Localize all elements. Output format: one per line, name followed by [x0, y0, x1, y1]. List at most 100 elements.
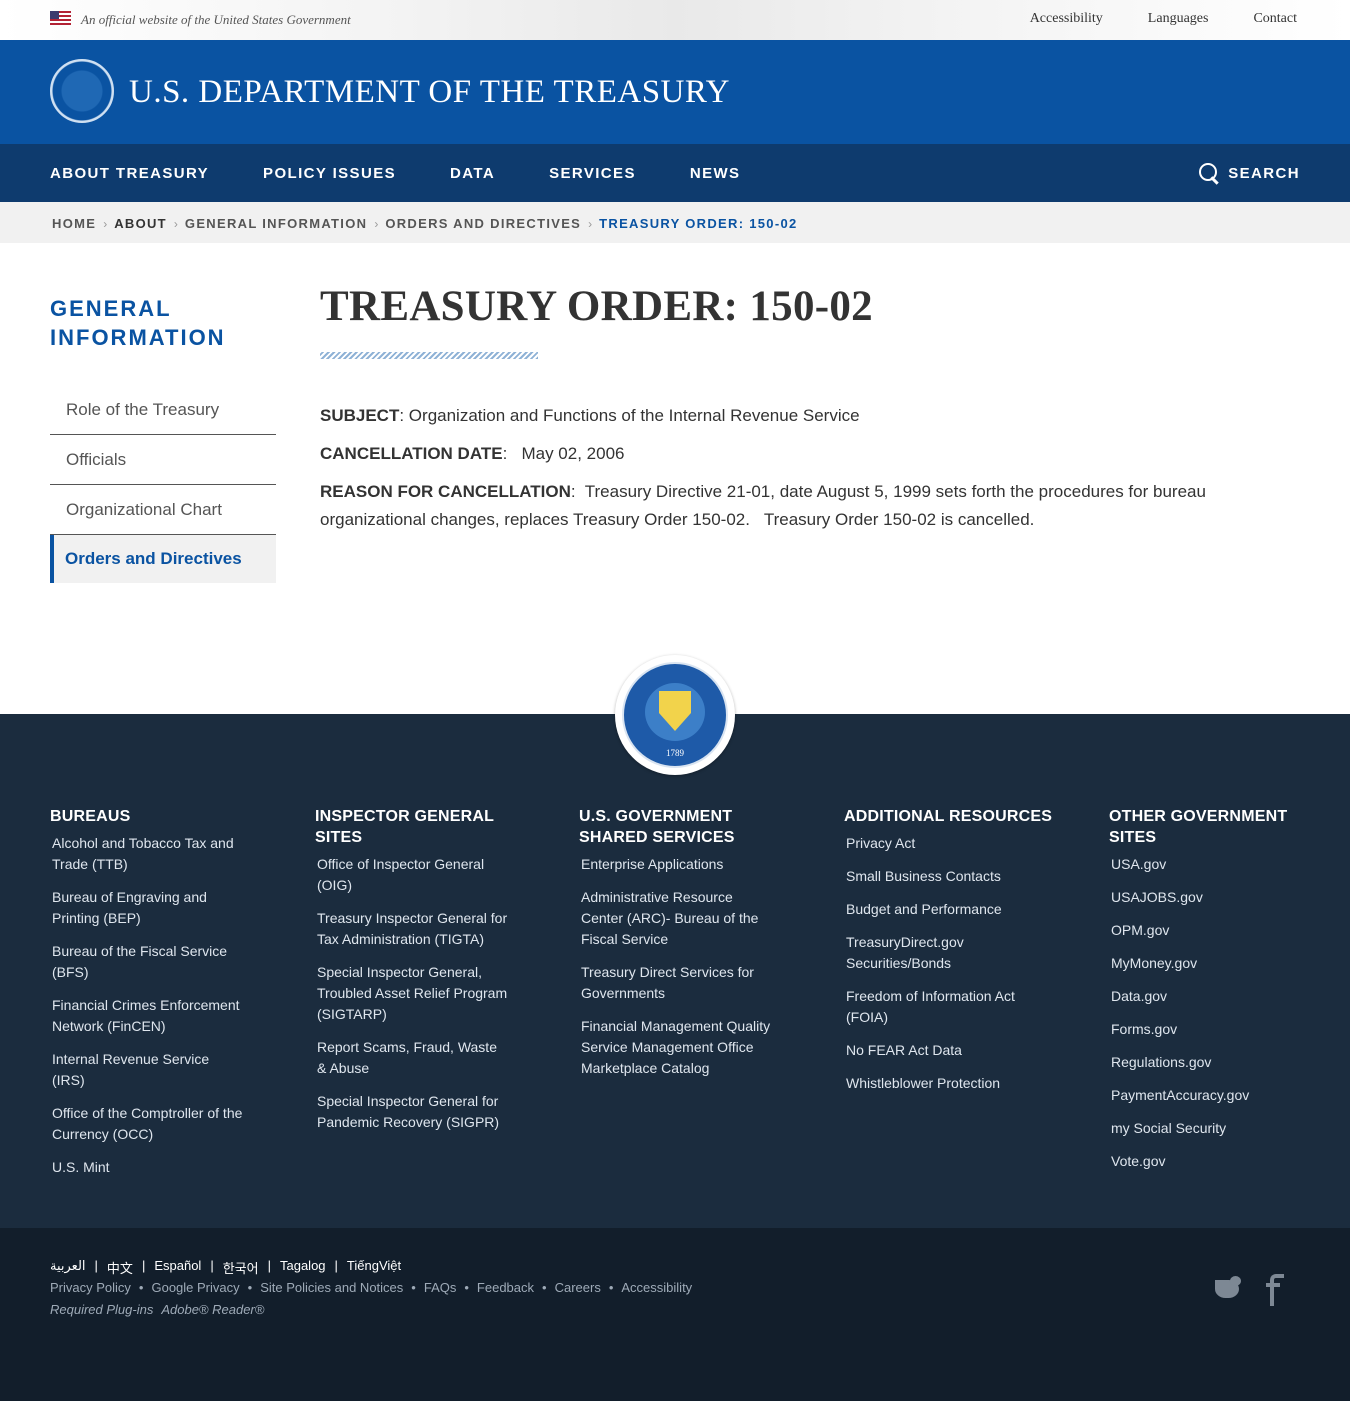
adobe-reader-link[interactable]: Adobe® Reader® [161, 1302, 264, 1317]
breadcrumb-current: TREASURY ORDER: 150-02 [599, 216, 798, 231]
footer-link[interactable]: Whistleblower Protection [846, 1073, 1054, 1094]
nav-data[interactable]: DATA [450, 165, 495, 182]
contact-link[interactable]: Contact [1253, 11, 1297, 27]
breadcrumb-orders-and-directives[interactable]: ORDERS AND DIRECTIVES [385, 216, 581, 231]
plugins-label: Required Plug-ins [50, 1302, 154, 1317]
language-link[interactable]: Español [154, 1258, 201, 1277]
main-navigation: ABOUT TREASURY POLICY ISSUES DATA SERVIC… [0, 144, 1350, 202]
footer-link[interactable]: MyMoney.gov [1111, 953, 1309, 974]
footer-link[interactable]: Office of Inspector General (OIG) [317, 854, 510, 896]
footer-link[interactable]: Treasury Direct Services for Governments [581, 962, 774, 1004]
seal-year: 1789 [666, 748, 684, 758]
footer-link[interactable]: Small Business Contacts [846, 866, 1054, 887]
sidebar-item-orders-and-directives[interactable]: Orders and Directives [50, 535, 276, 583]
sidebar-title: GENERAL INFORMATION [50, 296, 226, 350]
accessibility-footer-link[interactable]: Accessibility [621, 1280, 692, 1295]
google-privacy-link[interactable]: Google Privacy [151, 1280, 239, 1295]
utility-links: Accessibility Languages Contact [1030, 11, 1297, 27]
title-divider [320, 352, 538, 359]
footer-heading-shared-services: U.S. GOVERNMENT SHARED SERVICES [579, 808, 735, 846]
nav-policy-issues[interactable]: POLICY ISSUES [263, 165, 396, 182]
footer-link[interactable]: Administrative Resource Center (ARC)- Bu… [581, 887, 774, 950]
footer-heading-other-government-sites: OTHER GOVERNMENT SITES [1109, 808, 1288, 846]
footer-link[interactable]: Office of the Comptroller of the Currenc… [52, 1103, 245, 1145]
chevron-right-icon: › [173, 216, 178, 231]
sidebar-item-officials[interactable]: Officials [50, 435, 276, 485]
footer-link[interactable]: Special Inspector General, Troubled Asse… [317, 962, 510, 1025]
search-icon [1198, 162, 1220, 184]
footer-link[interactable]: PaymentAccuracy.gov [1111, 1085, 1309, 1106]
nav-about-treasury[interactable]: ABOUT TREASURY [50, 165, 209, 182]
footer-link[interactable]: Freedom of Information Act (FOIA) [846, 986, 1036, 1028]
footer-link[interactable]: USA.gov [1111, 854, 1309, 875]
footer-link[interactable]: No FEAR Act Data [846, 1040, 1054, 1061]
footer-link[interactable]: Report Scams, Fraud, Waste & Abuse [317, 1037, 510, 1079]
site-policies-link[interactable]: Site Policies and Notices [260, 1280, 403, 1295]
page-title: TREASURY ORDER: 150-02 [320, 283, 873, 330]
breadcrumb-general-information[interactable]: GENERAL INFORMATION [185, 216, 367, 231]
footer-link[interactable]: Privacy Act [846, 833, 1054, 854]
reason-label: REASON FOR CANCELLATION [320, 482, 571, 501]
feedback-link[interactable]: Feedback [477, 1280, 534, 1295]
footer-link[interactable]: Regulations.gov [1111, 1052, 1309, 1073]
footer-link[interactable]: U.S. Mint [52, 1157, 245, 1178]
footer-link[interactable]: Treasury Inspector General for Tax Admin… [317, 908, 510, 950]
policy-links: Privacy Policy • Google Privacy • Site Pol… [50, 1280, 693, 1295]
cancellation-date-paragraph: CANCELLATION DATE: May 02, 2006 [320, 440, 1220, 468]
footer-column-bureaus: BUREAUS Alcohol and Tobacco Tax and Trad… [50, 806, 245, 1190]
footer-link[interactable]: Budget and Performance [846, 899, 1054, 920]
language-link[interactable]: العربية [50, 1258, 86, 1277]
accessibility-link[interactable]: Accessibility [1030, 11, 1103, 27]
twitter-icon[interactable] [1212, 1274, 1242, 1300]
languages-link[interactable]: Languages [1148, 11, 1209, 27]
footer-link[interactable]: TreasuryDirect.gov Securities/Bonds [846, 932, 996, 974]
breadcrumb-home[interactable]: HOME [52, 216, 96, 231]
cancellation-date-value: : May 02, 2006 [502, 444, 625, 463]
faqs-link[interactable]: FAQs [424, 1280, 457, 1295]
footer-heading-inspector-general: INSPECTOR GENERAL SITES [315, 808, 494, 846]
site-title[interactable]: U.S. DEPARTMENT OF THE TREASURY [129, 74, 730, 111]
footer-column-shared-services: U.S. GOVERNMENT SHARED SERVICES Enterpri… [579, 806, 774, 1091]
footer-link[interactable]: Data.gov [1111, 986, 1309, 1007]
search-button[interactable]: SEARCH [1198, 162, 1300, 184]
facebook-icon[interactable] [1266, 1272, 1284, 1306]
language-link[interactable]: Tagalog [280, 1258, 326, 1277]
nav-news[interactable]: NEWS [690, 165, 741, 182]
footer-link[interactable]: Bureau of Engraving and Printing (BEP) [52, 887, 245, 929]
footer-heading-bureaus: BUREAUS [50, 808, 131, 825]
footer-heading-additional-resources: ADDITIONAL RESOURCES [844, 808, 1053, 825]
treasury-seal-logo[interactable] [50, 59, 114, 123]
footer-link[interactable]: my Social Security [1111, 1118, 1309, 1139]
privacy-policy-link[interactable]: Privacy Policy [50, 1280, 131, 1295]
footer-link[interactable]: Vote.gov [1111, 1151, 1309, 1172]
sidebar-item-organizational-chart[interactable]: Organizational Chart [50, 485, 276, 535]
footer-link[interactable]: Financial Crimes Enforcement Network (Fi… [52, 995, 245, 1037]
nav-services[interactable]: SERVICES [549, 165, 636, 182]
footer-link[interactable]: Special Inspector General for Pandemic R… [317, 1091, 510, 1133]
footer-link[interactable]: Enterprise Applications [581, 854, 774, 875]
official-website-text: An official website of the United States… [81, 12, 351, 27]
order-details: SUBJECT: Organization and Functions of t… [320, 402, 1220, 544]
careers-link[interactable]: Careers [555, 1280, 601, 1295]
social-links [1212, 1272, 1284, 1306]
required-plugins: Required Plug-ins Adobe® Reader® [50, 1302, 264, 1317]
language-link[interactable]: 中文 [107, 1258, 133, 1277]
footer-link[interactable]: Bureau of the Fiscal Service (BFS) [52, 941, 245, 983]
footer-link[interactable]: USAJOBS.gov [1111, 887, 1309, 908]
subject-label: SUBJECT [320, 406, 400, 425]
language-link[interactable]: 한국어 [223, 1258, 259, 1277]
footer-link[interactable]: Alcohol and Tobacco Tax and Trade (TTB) [52, 833, 245, 875]
treasury-seal-icon: 1789 [615, 655, 735, 775]
footer-link[interactable]: OPM.gov [1111, 920, 1309, 941]
footer-link[interactable]: Financial Management Quality Service Man… [581, 1016, 774, 1079]
footer-column-additional-resources: ADDITIONAL RESOURCES Privacy Act Small B… [844, 806, 1054, 1106]
sidebar-item-role-of-the-treasury[interactable]: Role of the Treasury [50, 385, 276, 435]
search-label: SEARCH [1228, 164, 1300, 182]
footer-link[interactable]: Internal Revenue Service (IRS) [52, 1049, 245, 1091]
subject-paragraph: SUBJECT: Organization and Functions of t… [320, 402, 1220, 430]
sidebar-nav: Role of the Treasury Officials Organizat… [50, 385, 276, 583]
chevron-right-icon: › [103, 216, 108, 231]
language-link[interactable]: TiếngViệt [347, 1258, 401, 1277]
breadcrumb-about[interactable]: ABOUT [114, 216, 167, 231]
footer-link[interactable]: Forms.gov [1111, 1019, 1309, 1040]
